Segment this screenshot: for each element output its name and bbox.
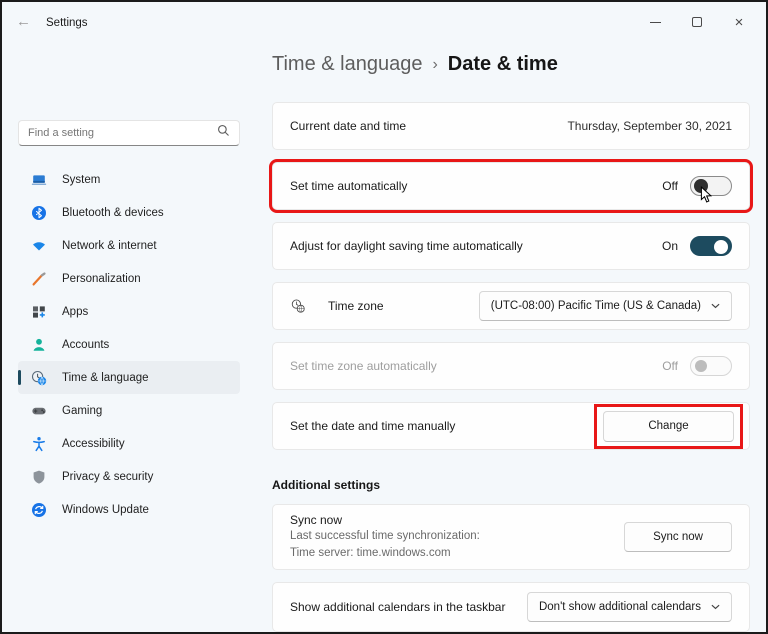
person-icon [31, 337, 47, 353]
update-icon [31, 502, 47, 518]
chevron-down-icon [711, 604, 720, 610]
breadcrumb-separator-icon: › [432, 56, 438, 73]
time-zone-dropdown[interactable]: (UTC-08:00) Pacific Time (US & Canada) [478, 291, 732, 321]
row-additional-calendars: Show additional calendars in the taskbar… [272, 582, 750, 632]
sidebar-item-windows-update[interactable]: Windows Update [18, 493, 240, 526]
calendars-dropdown[interactable]: Don't show additional calendars [526, 592, 732, 622]
accessibility-icon [31, 436, 47, 452]
timezone-clock-globe-icon [290, 298, 310, 314]
additional-settings-heading: Additional settings [272, 478, 380, 492]
sidebar-item-privacy[interactable]: Privacy & security [18, 460, 240, 493]
apps-grid-icon [31, 304, 47, 320]
titlebar: ← Settings × [2, 2, 766, 42]
row-set-manually: Set the date and time manually Change [272, 402, 750, 450]
change-button[interactable]: Change [603, 410, 734, 442]
row-label: Current date and time [290, 119, 407, 133]
sidebar-item-label: Time & language [62, 371, 149, 384]
sidebar-item-apps[interactable]: Apps [18, 295, 240, 328]
breadcrumb: Time & language › Date & time [272, 50, 750, 78]
brush-icon [31, 271, 47, 287]
toggle-knob [695, 360, 707, 372]
sidebar-item-label: Gaming [62, 404, 103, 417]
row-time-zone: Time zone (UTC-08:00) Pacific Time (US &… [272, 282, 750, 330]
minimize-icon [649, 21, 661, 23]
sidebar-item-bluetooth[interactable]: Bluetooth & devices [18, 196, 240, 229]
row-label: Time zone [328, 299, 384, 313]
sidebar-item-label: Network & internet [62, 239, 157, 252]
search-input[interactable] [28, 127, 217, 139]
current-date-value: Thursday, September 30, 2021 [567, 119, 732, 133]
row-label: Set time automatically [290, 179, 408, 193]
toggle-knob [714, 239, 728, 254]
clock-globe-icon [31, 370, 47, 386]
row-label: Show additional calendars in the taskbar [290, 600, 506, 614]
close-icon: × [734, 13, 744, 31]
window-title: Settings [46, 17, 88, 29]
sidebar: System Bluetooth & devices Network & int… [18, 120, 240, 526]
laptop-icon [31, 172, 47, 188]
row-current-date-time: Current date and time Thursday, Septembe… [272, 102, 750, 150]
toggle-state-label: On [661, 239, 678, 253]
main-content: Time & language › Date & time Current da… [269, 50, 753, 632]
row-daylight-saving: Adjust for daylight saving time automati… [272, 222, 750, 270]
sidebar-item-accessibility[interactable]: Accessibility [18, 427, 240, 460]
maximize-icon [692, 17, 702, 27]
row-set-time-zone-automatically: Set time zone automatically Off [272, 342, 750, 390]
bluetooth-icon [31, 205, 47, 221]
sidebar-item-network[interactable]: Network & internet [18, 229, 240, 262]
calendars-value: Don't show additional calendars [538, 601, 701, 613]
sidebar-item-label: Apps [62, 305, 89, 318]
daylight-saving-toggle[interactable] [690, 236, 732, 256]
sync-title: Sync now [290, 512, 343, 527]
row-label: Set time zone automatically [290, 359, 437, 373]
sidebar-item-label: Bluetooth & devices [62, 206, 164, 219]
toggle-state-label: Off [662, 359, 678, 373]
row-set-time-automatically: Set time automatically Off [269, 159, 753, 213]
set-time-zone-toggle [690, 356, 732, 376]
sidebar-item-system[interactable]: System [18, 163, 240, 196]
set-time-automatically-toggle[interactable] [690, 176, 732, 203]
minimize-button[interactable] [634, 7, 676, 37]
sidebar-item-label: Personalization [62, 272, 141, 285]
sidebar-item-accounts[interactable]: Accounts [18, 328, 240, 361]
gamepad-icon [31, 403, 47, 419]
shield-icon [31, 469, 47, 485]
row-label: Adjust for daylight saving time automati… [290, 239, 523, 253]
search-box[interactable] [18, 120, 240, 146]
mouse-cursor-icon [700, 185, 713, 210]
window-controls: × [634, 2, 760, 42]
back-icon[interactable]: ← [16, 14, 31, 29]
time-zone-value: (UTC-08:00) Pacific Time (US & Canada) [490, 300, 701, 312]
breadcrumb-parent[interactable]: Time & language [272, 53, 422, 76]
sync-now-button[interactable]: Sync now [624, 522, 732, 552]
highlight-box: Change [594, 403, 743, 449]
sync-server-line: Time server: time.windows.com [290, 547, 451, 559]
settings-window: ← Settings × System Bluetooth & devices [0, 0, 768, 634]
row-sync-now: Sync now Last successful time synchroniz… [272, 504, 750, 570]
sidebar-item-label: Accounts [62, 338, 110, 351]
chevron-down-icon [711, 303, 720, 309]
row-label: Set the date and time manually [290, 419, 456, 433]
close-button[interactable]: × [718, 7, 760, 37]
sidebar-item-label: Privacy & security [62, 470, 154, 483]
sidebar-item-gaming[interactable]: Gaming [18, 394, 240, 427]
sync-last-line: Last successful time synchronization: [290, 529, 480, 542]
page-title: Date & time [447, 52, 558, 75]
sidebar-item-personalization[interactable]: Personalization [18, 262, 240, 295]
maximize-button[interactable] [676, 7, 718, 37]
sync-info: Sync now Last successful time synchroniz… [290, 513, 624, 561]
sidebar-item-time-language[interactable]: Time & language [18, 361, 240, 394]
sidebar-item-label: Accessibility [62, 437, 125, 450]
toggle-state-label: Off [662, 179, 678, 193]
sidebar-nav: System Bluetooth & devices Network & int… [18, 163, 240, 526]
sidebar-item-label: Windows Update [62, 503, 149, 516]
wifi-icon [31, 238, 47, 254]
sidebar-item-label: System [62, 173, 101, 186]
search-icon [217, 124, 230, 142]
